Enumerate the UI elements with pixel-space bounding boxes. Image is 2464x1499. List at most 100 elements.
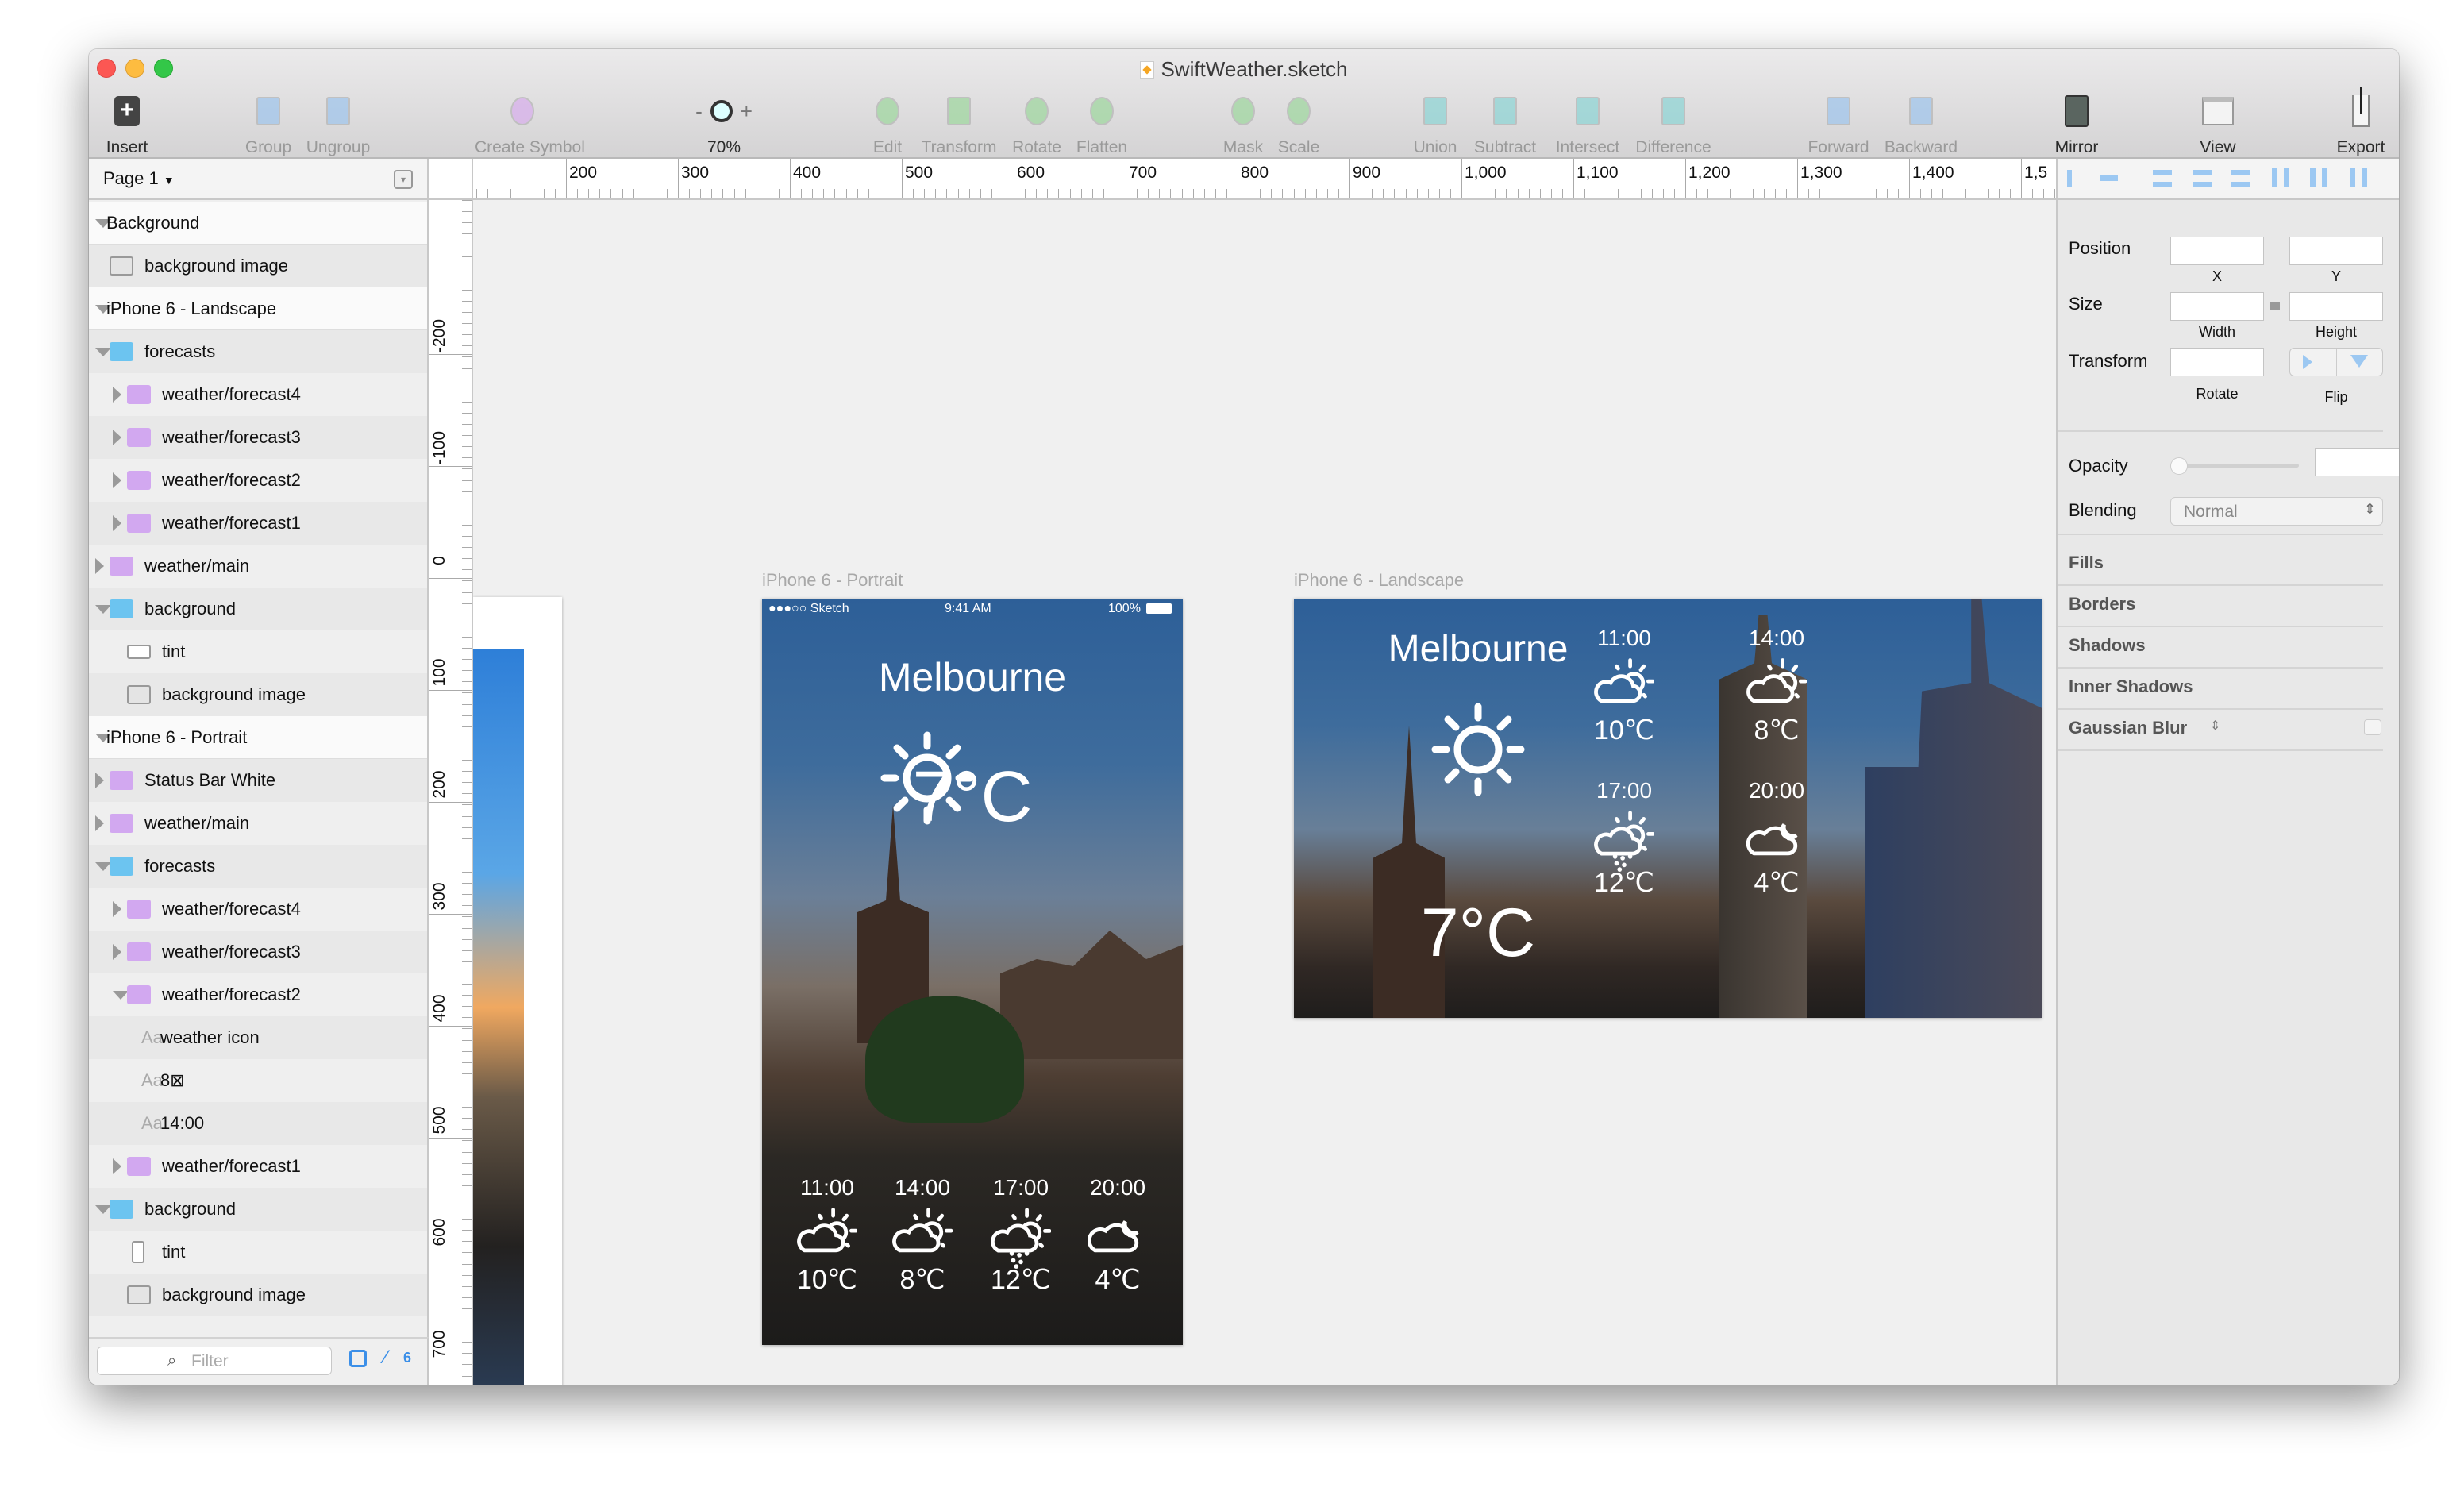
align-right-icon[interactable] bbox=[2231, 170, 2250, 187]
layer-row-iphone-6-portrait[interactable]: iPhone 6 - Portrait bbox=[89, 716, 427, 759]
layer-row-background[interactable]: Background bbox=[89, 202, 427, 245]
opacity-slider[interactable] bbox=[2170, 457, 2299, 475]
align-left-icon[interactable] bbox=[2153, 170, 2172, 187]
toolbar-plus-button[interactable]: + Insert bbox=[89, 87, 175, 157]
ruler-label: 1,300 bbox=[1800, 164, 1842, 182]
align-middle-icon[interactable] bbox=[2310, 168, 2327, 187]
opacity-slider-thumb[interactable] bbox=[2170, 457, 2188, 475]
layer-row-14-00[interactable]: Aa 14:00 bbox=[89, 1102, 427, 1145]
height-input[interactable] bbox=[2289, 292, 2383, 321]
stepper-icon[interactable]: ⇕ bbox=[2210, 718, 2220, 734]
y-input[interactable] bbox=[2289, 237, 2383, 265]
landscape-artboard[interactable]: Melbourne 7°C 11:00 10℃ 14:00 8℃ 17:00 12℃ 20:… bbox=[1294, 599, 2042, 1018]
filter-input[interactable]: ⌕ Filter bbox=[97, 1347, 332, 1375]
slice-filter-icon[interactable]: ⁄ bbox=[384, 1347, 387, 1369]
inspector-section-inner-shadows[interactable]: Inner Shadows bbox=[2069, 676, 2193, 697]
toolbar-forward-button[interactable]: Forward bbox=[1791, 87, 1886, 157]
layer-row-weather-forecast2[interactable]: weather/forecast2 bbox=[89, 459, 427, 502]
layer-row-8-[interactable]: Aa 8⊠ bbox=[89, 1059, 427, 1102]
layer-row-tint[interactable]: tint bbox=[89, 630, 427, 673]
layer-row-tint[interactable]: tint bbox=[89, 1231, 427, 1274]
ruler-minor-tick bbox=[935, 189, 937, 198]
toolbar-backward-button[interactable]: Backward bbox=[1873, 87, 1969, 157]
toolbar-subtract-button[interactable]: Subtract bbox=[1457, 87, 1553, 157]
toolbar-symbol-button[interactable]: Create Symbol bbox=[475, 87, 585, 157]
layer-row-background-image[interactable]: background image bbox=[89, 673, 427, 716]
background-artboard[interactable] bbox=[473, 597, 562, 1385]
inspector-section-borders[interactable]: Borders bbox=[2069, 594, 2135, 615]
disclosure-open-icon[interactable] bbox=[95, 1205, 111, 1214]
disclosure-closed-icon[interactable] bbox=[113, 901, 121, 917]
disclosure-open-icon[interactable] bbox=[95, 862, 111, 871]
disclosure-closed-icon[interactable] bbox=[95, 558, 104, 574]
gaussian-blur-checkbox[interactable] bbox=[2364, 719, 2381, 735]
disclosure-closed-icon[interactable] bbox=[95, 773, 104, 788]
layer-row-weather-main[interactable]: weather/main bbox=[89, 545, 427, 588]
layer-row-weather-icon[interactable]: Aa weather icon bbox=[89, 1016, 427, 1059]
horizontal-ruler[interactable]: 200 300 400 500 600 700 800 900 1,000 1,100 1,200 1… bbox=[429, 159, 2146, 200]
layer-row-weather-forecast1[interactable]: weather/forecast1 bbox=[89, 502, 427, 545]
inspector-section-fills[interactable]: Fills bbox=[2069, 553, 2104, 573]
sketch-window: SwiftWeather.sketch + Insert Group Ungroup C… bbox=[89, 49, 2399, 1385]
width-input[interactable] bbox=[2170, 292, 2264, 321]
disclosure-closed-icon[interactable] bbox=[113, 515, 121, 531]
layer-row-background[interactable]: background bbox=[89, 588, 427, 630]
align-top-icon[interactable] bbox=[2272, 168, 2289, 187]
layer-row-background-image[interactable]: background image bbox=[89, 245, 427, 287]
disclosure-closed-icon[interactable] bbox=[113, 472, 121, 488]
toolbar-difference-button[interactable]: Difference bbox=[1626, 87, 1721, 157]
layer-row-forecasts[interactable]: forecasts bbox=[89, 845, 427, 888]
subtract-icon bbox=[1457, 87, 1553, 135]
align-bottom-icon[interactable] bbox=[2350, 168, 2367, 187]
rotate-input[interactable] bbox=[2170, 348, 2264, 376]
toolbar-mirror-button[interactable]: Mirror bbox=[2029, 87, 2124, 157]
disclosure-closed-icon[interactable] bbox=[95, 815, 104, 831]
inspector-section-gaussian-blur[interactable]: Gaussian Blur bbox=[2069, 718, 2187, 738]
layer-row-weather-forecast4[interactable]: weather/forecast4 bbox=[89, 373, 427, 416]
blending-select[interactable]: Normal ⇕ bbox=[2170, 497, 2383, 526]
inspector-section-shadows[interactable]: Shadows bbox=[2069, 635, 2146, 656]
canvas[interactable]: iPhone 6 - Portrait ●●●○○ Sketch 9:41 AM… bbox=[473, 200, 2146, 1385]
x-input[interactable] bbox=[2170, 237, 2264, 265]
align-center-icon[interactable] bbox=[2193, 170, 2212, 187]
toolbar-view-button[interactable]: View bbox=[2170, 87, 2266, 157]
layer-row-weather-forecast4[interactable]: weather/forecast4 bbox=[89, 888, 427, 931]
disclosure-open-icon[interactable] bbox=[95, 348, 111, 356]
layer-row-weather-main[interactable]: weather/main bbox=[89, 802, 427, 845]
distribute-vertical-icon[interactable] bbox=[2100, 175, 2118, 181]
disclosure-open-icon[interactable] bbox=[95, 605, 111, 614]
page-selector[interactable]: Page 1 ▼ bbox=[103, 168, 175, 189]
layer-row-status-bar-white[interactable]: Status Bar White bbox=[89, 759, 427, 802]
portrait-artboard[interactable]: ●●●○○ Sketch 9:41 AM 100% Melbourne 7°C … bbox=[762, 599, 1183, 1345]
disclosure-closed-icon[interactable] bbox=[113, 1158, 121, 1174]
flip-horizontal-icon[interactable] bbox=[2303, 355, 2312, 369]
disclosure-closed-icon[interactable] bbox=[113, 430, 121, 445]
layer-row-weather-forecast3[interactable]: weather/forecast3 bbox=[89, 416, 427, 459]
lock-icon[interactable] bbox=[2270, 302, 2280, 310]
layer-row-forecasts[interactable]: forecasts bbox=[89, 330, 427, 373]
distribute-horizontal-icon[interactable] bbox=[2067, 170, 2072, 187]
vertical-ruler[interactable]: -200 -100 0 100 200 300 400 500 600 700 bbox=[429, 200, 473, 1385]
portrait-artboard-label[interactable]: iPhone 6 - Portrait bbox=[762, 570, 903, 591]
layer-row-iphone-6-landscape[interactable]: iPhone 6 - Landscape bbox=[89, 287, 427, 330]
toolbar-export-button[interactable]: Export bbox=[2313, 87, 2399, 157]
ruler-minor-tick bbox=[1965, 189, 1966, 198]
layer-row-background[interactable]: background bbox=[89, 1188, 427, 1231]
layer-row-background-image[interactable]: background image bbox=[89, 1274, 427, 1316]
layer-row-weather-forecast2[interactable]: weather/forecast2 bbox=[89, 973, 427, 1016]
toolbar-zoom-button[interactable]: - + 70% bbox=[676, 87, 772, 157]
toolbar-flatten-button[interactable]: Flatten bbox=[1054, 87, 1149, 157]
landscape-artboard-label[interactable]: iPhone 6 - Landscape bbox=[1294, 570, 1464, 591]
disclosure-closed-icon[interactable] bbox=[113, 944, 121, 960]
flip-vertical-icon[interactable] bbox=[2350, 355, 2368, 368]
disclosure-closed-icon[interactable] bbox=[113, 387, 121, 403]
opacity-input[interactable] bbox=[2315, 448, 2399, 476]
toolbar-scale-button[interactable]: Scale bbox=[1251, 87, 1346, 157]
layer-row-weather-forecast1[interactable]: weather/forecast1 bbox=[89, 1145, 427, 1188]
disclosure-open-icon[interactable] bbox=[113, 991, 129, 1000]
layer-row-weather-forecast3[interactable]: weather/forecast3 bbox=[89, 931, 427, 973]
toolbar-ungroup-button[interactable]: Ungroup bbox=[291, 87, 386, 157]
symbols-filter-icon[interactable] bbox=[349, 1350, 367, 1367]
collapse-pages-icon[interactable]: ▾ bbox=[394, 170, 413, 189]
toolbar-intersect-button[interactable]: Intersect bbox=[1540, 87, 1635, 157]
